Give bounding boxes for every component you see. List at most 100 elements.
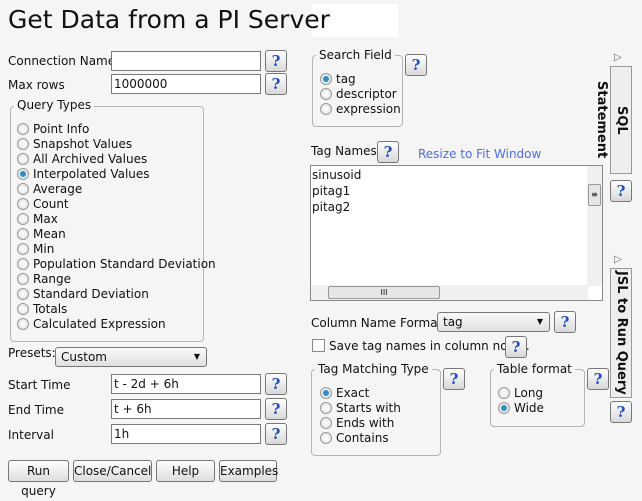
radio-option[interactable]: Ends with <box>320 415 401 430</box>
help-icon[interactable]: ? <box>610 180 632 202</box>
radio-button[interactable] <box>17 227 29 240</box>
radio-label: Max <box>33 211 58 226</box>
radio-button[interactable] <box>17 152 29 165</box>
help-button[interactable]: Help <box>156 460 215 482</box>
radio-label: expression <box>336 101 401 116</box>
list-item[interactable]: pitag2 <box>312 199 602 215</box>
radio-label: All Archived Values <box>33 151 148 166</box>
list-item[interactable]: pitag1 <box>312 183 602 199</box>
help-icon[interactable]: ? <box>610 401 632 423</box>
vertical-scrollbar[interactable]: ≡ <box>587 166 602 286</box>
radio-button[interactable] <box>320 416 332 429</box>
radio-option[interactable]: Average <box>17 181 216 196</box>
help-icon[interactable]: ? <box>265 373 287 395</box>
radio-option[interactable]: descriptor <box>320 86 401 101</box>
presets-value: Custom <box>61 350 107 364</box>
radio-option[interactable]: All Archived Values <box>17 151 216 166</box>
radio-button[interactable] <box>17 212 29 225</box>
radio-option[interactable]: Population Standard Deviation <box>17 256 216 271</box>
radio-option[interactable]: Calculated Expression <box>17 316 216 331</box>
run-query-button[interactable]: Run query <box>8 460 69 498</box>
radio-label: Point Info <box>33 121 90 136</box>
help-icon[interactable]: ? <box>377 141 399 163</box>
radio-option[interactable]: Contains <box>320 430 401 445</box>
close-cancel-button[interactable]: Close/Cancel <box>73 460 152 482</box>
start-time-input[interactable]: t - 2d + 6h <box>111 374 261 394</box>
disclosure-triangle-icon[interactable]: ▷ <box>614 254 622 265</box>
max-rows-input[interactable]: 1000000 <box>111 74 261 94</box>
radio-button[interactable] <box>17 167 29 180</box>
help-icon[interactable]: ? <box>405 54 427 76</box>
help-icon[interactable]: ? <box>265 398 287 420</box>
help-icon[interactable]: ? <box>505 336 527 358</box>
radio-button[interactable] <box>17 272 29 285</box>
radio-button[interactable] <box>17 302 29 315</box>
radio-option[interactable]: Point Info <box>17 121 216 136</box>
radio-label: Range <box>33 271 72 286</box>
radio-button[interactable] <box>17 137 29 150</box>
help-icon[interactable]: ? <box>443 368 465 390</box>
end-time-input[interactable]: t + 6h <box>111 399 261 419</box>
radio-label: descriptor <box>336 86 397 101</box>
radio-option[interactable]: Min <box>17 241 216 256</box>
radio-option[interactable]: Starts with <box>320 400 401 415</box>
search-field-list: tag descriptor expression <box>320 71 401 116</box>
radio-button[interactable] <box>17 182 29 195</box>
resize-to-fit-link[interactable]: Resize to Fit Window <box>418 146 541 162</box>
radio-button[interactable] <box>17 257 29 270</box>
radio-button[interactable] <box>320 386 332 399</box>
radio-button[interactable] <box>17 122 29 135</box>
scroll-thumb[interactable]: III <box>328 286 440 299</box>
radio-option[interactable]: Count <box>17 196 216 211</box>
radio-button[interactable] <box>320 401 332 414</box>
radio-label: Ends with <box>336 415 395 430</box>
column-name-format-select[interactable]: tag ▼ <box>437 312 550 332</box>
max-rows-label: Max rows <box>8 78 65 92</box>
list-item[interactable]: sinusoid <box>312 167 602 183</box>
radio-label: Exact <box>336 385 370 400</box>
disclosure-triangle-icon[interactable]: ▷ <box>614 52 622 63</box>
radio-option[interactable]: Range <box>17 271 216 286</box>
help-icon[interactable]: ? <box>554 311 576 333</box>
radio-option[interactable]: Exact <box>320 385 401 400</box>
radio-option[interactable]: Mean <box>17 226 216 241</box>
interval-input[interactable]: 1h <box>111 424 261 444</box>
radio-button[interactable] <box>320 87 332 100</box>
radio-button[interactable] <box>17 287 29 300</box>
examples-button[interactable]: Examples <box>219 460 278 482</box>
radio-option[interactable]: Totals <box>17 301 216 316</box>
tag-names-listbox[interactable]: sinusoid pitag1 pitag2 ≡ III <box>310 165 603 301</box>
radio-option[interactable]: expression <box>320 101 401 116</box>
radio-button[interactable] <box>320 431 332 444</box>
radio-option[interactable]: Max <box>17 211 216 226</box>
radio-button[interactable] <box>498 401 510 414</box>
radio-button[interactable] <box>17 197 29 210</box>
radio-option[interactable]: Interpolated Values <box>17 166 216 181</box>
help-icon[interactable]: ? <box>265 423 287 445</box>
connection-name-label: Connection Name <box>8 54 116 68</box>
help-icon[interactable]: ? <box>265 73 287 95</box>
radio-button[interactable] <box>320 72 332 85</box>
radio-label: Contains <box>336 430 389 445</box>
scroll-thumb[interactable]: ≡ <box>588 184 601 206</box>
horizontal-scrollbar[interactable]: III <box>311 285 588 300</box>
jsl-to-run-query-tab[interactable]: JSL to Run Query <box>610 268 632 398</box>
help-icon[interactable]: ? <box>265 50 287 72</box>
query-types-legend: Query Types <box>14 98 95 112</box>
sql-statement-tab[interactable]: SQL Statement <box>594 66 632 174</box>
presets-select[interactable]: Custom ▼ <box>55 347 207 367</box>
radio-button[interactable] <box>17 242 29 255</box>
connection-name-input[interactable] <box>111 51 261 71</box>
radio-option[interactable]: Standard Deviation <box>17 286 216 301</box>
radio-button[interactable] <box>320 102 332 115</box>
radio-option[interactable]: tag <box>320 71 401 86</box>
radio-option[interactable]: Snapshot Values <box>17 136 216 151</box>
save-tag-names-checkbox[interactable] <box>312 339 325 352</box>
radio-label: Mean <box>33 226 66 241</box>
help-icon[interactable]: ? <box>587 368 609 390</box>
radio-button[interactable] <box>498 386 510 399</box>
radio-button[interactable] <box>17 317 29 330</box>
presets-label: Presets: <box>8 346 56 360</box>
radio-option[interactable]: Wide <box>498 400 544 415</box>
radio-option[interactable]: Long <box>498 385 544 400</box>
